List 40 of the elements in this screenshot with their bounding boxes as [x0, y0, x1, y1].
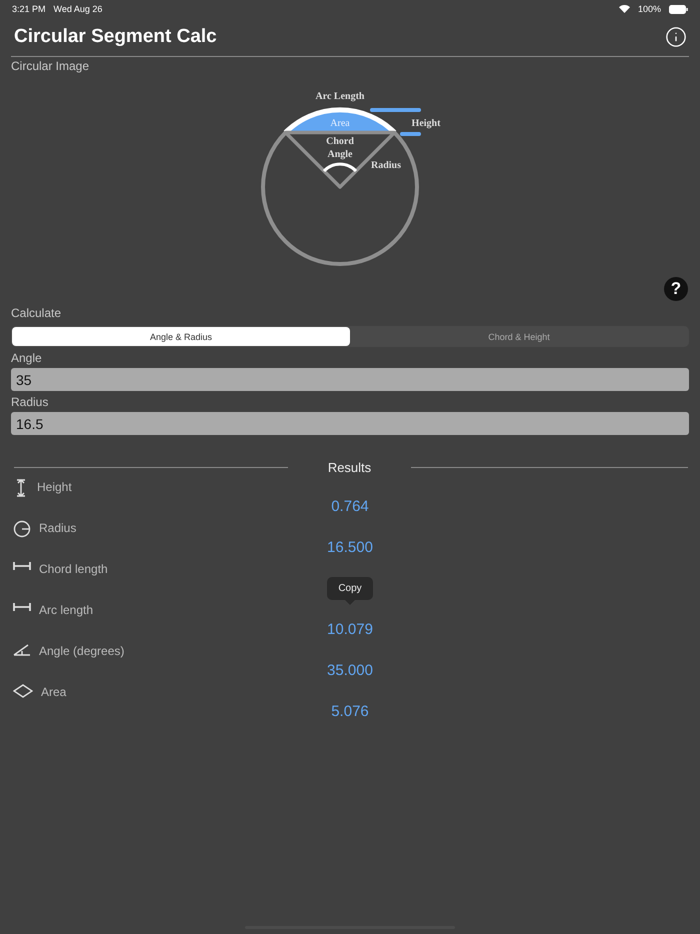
section-label: Calculate: [10, 306, 62, 320]
app-title: Circular Segment Calc: [14, 26, 217, 48]
field-label: Angle: [10, 351, 43, 365]
segment-tab[interactable]: Chord & Height: [350, 327, 688, 346]
result-label: Chord length: [39, 561, 108, 577]
section-label: Circular Image: [10, 59, 90, 73]
width-icon: [13, 602, 31, 612]
width-icon: [13, 561, 31, 571]
result-label: Area: [41, 684, 66, 700]
result-label: Height: [37, 479, 72, 495]
result-value[interactable]: 16.500: [290, 539, 410, 556]
radius-icon: [13, 520, 31, 538]
area-label: Area: [330, 118, 350, 129]
results-title: Results: [326, 460, 372, 474]
field-label: Radius: [10, 395, 50, 409]
input-field[interactable]: 35: [11, 368, 689, 391]
height-label: Height: [412, 118, 440, 129]
input-field[interactable]: 16.5: [11, 412, 689, 435]
help-button[interactable]: ?: [664, 277, 688, 301]
radius-label: Radius: [371, 160, 401, 171]
result-label: Arc length: [39, 602, 94, 618]
battery-icon: [669, 4, 688, 14]
result-value[interactable]: 10.079: [290, 621, 410, 638]
result-label: Radius: [39, 520, 76, 536]
diamond-icon: [13, 684, 33, 698]
angle-icon: [13, 643, 31, 657]
result-value[interactable]: 5.076: [290, 703, 410, 720]
status-time: 3:21 PM: [12, 4, 46, 14]
arc-length-label: Arc Length: [316, 91, 364, 102]
result-label: Angle (degrees): [39, 643, 124, 659]
result-value[interactable]: 0.764: [290, 498, 410, 515]
status-date: Wed Aug 26: [54, 4, 102, 14]
info-icon[interactable]: [665, 26, 687, 48]
segment-tab[interactable]: Angle & Radius: [12, 327, 350, 346]
chord-label: Chord: [326, 136, 354, 147]
battery-percent: 100%: [638, 4, 661, 14]
angle-label: Angle: [328, 149, 352, 160]
angle-arc: [322, 162, 358, 172]
wifi-icon: [618, 5, 630, 13]
result-value[interactable]: 35.000: [290, 662, 410, 679]
